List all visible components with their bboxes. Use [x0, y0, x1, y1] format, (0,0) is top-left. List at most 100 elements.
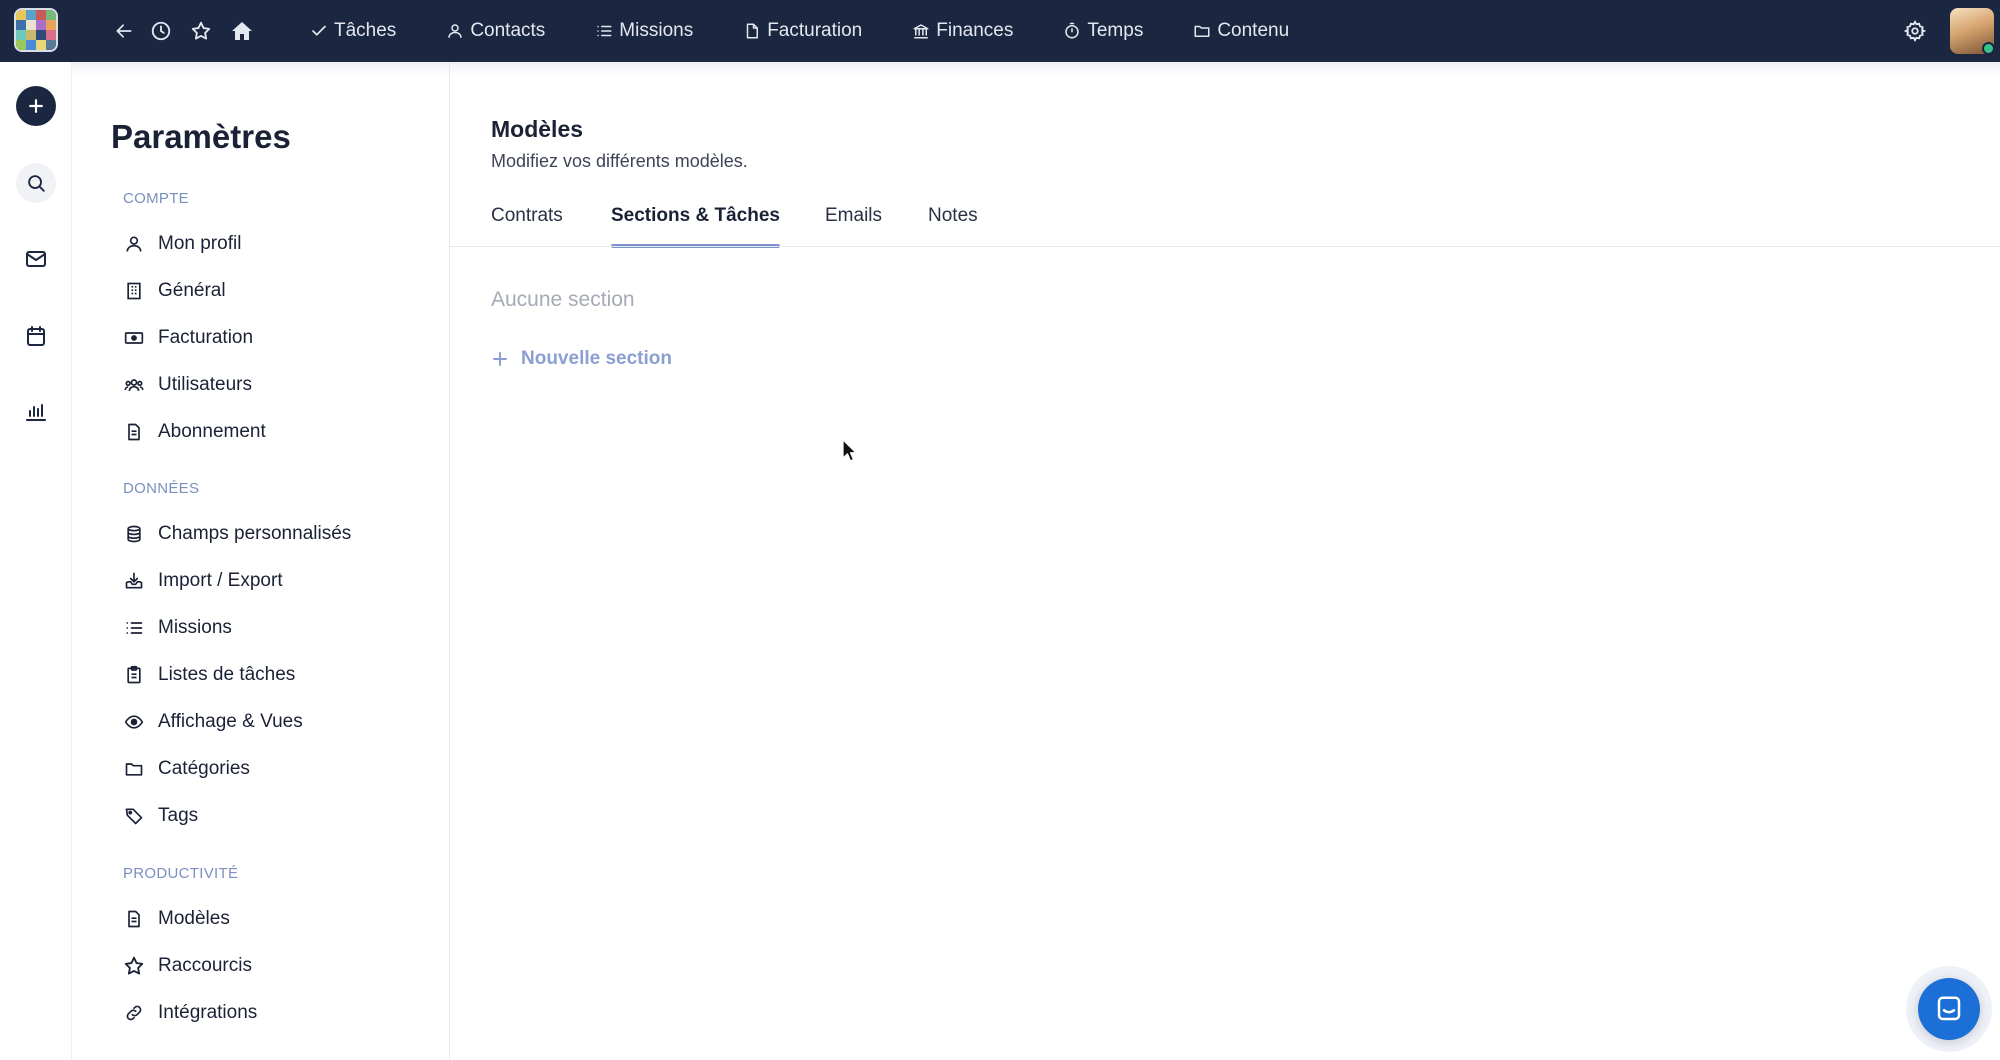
settings-item-label: Affichage & Vues: [158, 711, 303, 732]
chat-icon: [1937, 996, 1961, 1021]
tab-emails[interactable]: Emails: [825, 205, 882, 247]
settings-item-general[interactable]: Général: [122, 276, 226, 306]
nav-label: Facturation: [767, 20, 863, 41]
settings-item-label: Mon profil: [158, 233, 242, 254]
check-icon: [312, 25, 326, 36]
group-label-productivite: PRODUCTIVITÉ: [123, 865, 239, 882]
database-icon: [122, 522, 146, 546]
top-navigation-bar: Tâches Contacts Missions Facturation Fin…: [0, 0, 2000, 62]
plus-icon: [493, 352, 507, 366]
nav-label: Contenu: [1217, 20, 1290, 41]
nav-label: Temps: [1087, 20, 1144, 41]
nav-item-contenu[interactable]: Contenu: [1193, 20, 1289, 42]
mouse-cursor: [842, 439, 858, 463]
list-icon: [122, 616, 146, 640]
document-icon: [122, 907, 146, 931]
settings-item-facturation[interactable]: Facturation: [122, 323, 253, 353]
settings-item-label: Listes de tâches: [158, 664, 296, 685]
nav-item-missions[interactable]: Missions: [595, 20, 693, 42]
tab-notes[interactable]: Notes: [928, 205, 978, 247]
settings-title: Paramètres: [111, 118, 291, 155]
settings-item-missions[interactable]: Missions: [122, 613, 232, 643]
users-icon: [122, 373, 146, 397]
settings-item-affichage-vues[interactable]: Affichage & Vues: [122, 707, 303, 737]
settings-item-modeles[interactable]: Modèles: [122, 904, 230, 934]
user-icon: [448, 24, 463, 38]
settings-item-integrations[interactable]: Intégrations: [122, 998, 257, 1028]
folder-icon: [122, 757, 146, 781]
settings-item-label: Intégrations: [158, 1002, 258, 1023]
mail-icon[interactable]: [16, 239, 56, 279]
settings-item-import-export[interactable]: Import / Export: [122, 566, 283, 596]
back-arrow-icon[interactable]: [109, 16, 139, 46]
new-section-label: Nouvelle section: [521, 348, 672, 369]
tab-sections-taches[interactable]: Sections & Tâches: [611, 205, 780, 248]
gear-icon[interactable]: [1900, 16, 1930, 46]
settings-item-label: Champs personnalisés: [158, 523, 352, 544]
nav-label: Finances: [936, 20, 1014, 41]
nav-item-finances[interactable]: Finances: [912, 20, 1013, 42]
document-icon: [746, 23, 759, 39]
link-icon: [122, 1001, 146, 1025]
nav-item-contacts[interactable]: Contacts: [446, 20, 545, 42]
main-nav: Tâches Contacts Missions Facturation Fin…: [310, 0, 1339, 62]
history-clock-icon[interactable]: [146, 16, 176, 46]
receipt-icon: [122, 420, 146, 444]
empty-state-text: Aucune section: [491, 288, 635, 311]
app-logo[interactable]: [14, 8, 58, 52]
stopwatch-icon: [1065, 22, 1080, 39]
star-favorites-icon[interactable]: [186, 16, 216, 46]
settings-item-categories[interactable]: Catégories: [122, 754, 250, 784]
online-status-dot: [1982, 42, 1995, 55]
nav-item-temps[interactable]: Temps: [1063, 20, 1143, 42]
settings-item-label: Facturation: [158, 327, 254, 348]
group-label-compte: COMPTE: [123, 190, 189, 207]
settings-item-label: Missions: [158, 617, 232, 638]
calendar-icon[interactable]: [16, 316, 56, 356]
settings-item-raccourcis[interactable]: Raccourcis: [122, 951, 252, 981]
settings-item-champs-personnalises[interactable]: Champs personnalisés: [122, 519, 351, 549]
nav-label: Missions: [619, 20, 694, 41]
user-avatar[interactable]: [1950, 8, 1995, 55]
nav-item-taches[interactable]: Tâches: [310, 20, 396, 42]
tag-icon: [122, 804, 146, 828]
nav-label: Tâches: [334, 20, 397, 41]
settings-item-abonnement[interactable]: Abonnement: [122, 417, 266, 447]
banknote-icon: [122, 326, 146, 350]
nav-label: Contacts: [470, 20, 546, 41]
folder-icon: [1194, 25, 1210, 37]
icon-rail: [0, 62, 72, 1060]
settings-item-label: Tags: [158, 805, 199, 826]
search-icon[interactable]: [16, 163, 56, 203]
nav-item-facturation[interactable]: Facturation: [743, 20, 862, 42]
settings-item-label: Modèles: [158, 908, 230, 929]
settings-item-tags[interactable]: Tags: [122, 801, 198, 831]
inbox-download-icon: [122, 569, 146, 593]
star-icon: [122, 954, 146, 978]
tabs-divider: [450, 246, 2000, 247]
tab-contrats[interactable]: Contrats: [491, 205, 563, 247]
bar-chart-icon[interactable]: [16, 392, 56, 432]
settings-item-label: Abonnement: [158, 421, 266, 442]
eye-icon: [122, 710, 146, 734]
settings-item-label: Import / Export: [158, 570, 283, 591]
main-content: Modèles Modifiez vos différents modèles.…: [450, 62, 2000, 1060]
settings-item-mon-profil[interactable]: Mon profil: [122, 229, 241, 259]
home-icon[interactable]: [227, 16, 257, 46]
settings-item-label: Général: [158, 280, 226, 301]
page-title: Modèles: [491, 116, 584, 142]
user-icon: [122, 232, 146, 256]
settings-item-listes-de-taches[interactable]: Listes de tâches: [122, 660, 295, 690]
add-icon[interactable]: [16, 86, 56, 126]
settings-sidebar: Paramètres COMPTE Mon profil Général Fac…: [72, 62, 450, 1060]
new-section-button[interactable]: Nouvelle section: [491, 348, 672, 370]
chat-launcher-button[interactable]: [1918, 978, 1980, 1040]
list-icon: [597, 25, 612, 37]
group-label-donnees: DONNÉES: [123, 480, 200, 497]
settings-item-label: Catégories: [158, 758, 250, 779]
building-icon: [122, 279, 146, 303]
page-subtitle: Modifiez vos différents modèles.: [491, 151, 748, 171]
settings-item-label: Utilisateurs: [158, 374, 252, 395]
clipboard-icon: [122, 663, 146, 687]
settings-item-utilisateurs[interactable]: Utilisateurs: [122, 370, 252, 400]
